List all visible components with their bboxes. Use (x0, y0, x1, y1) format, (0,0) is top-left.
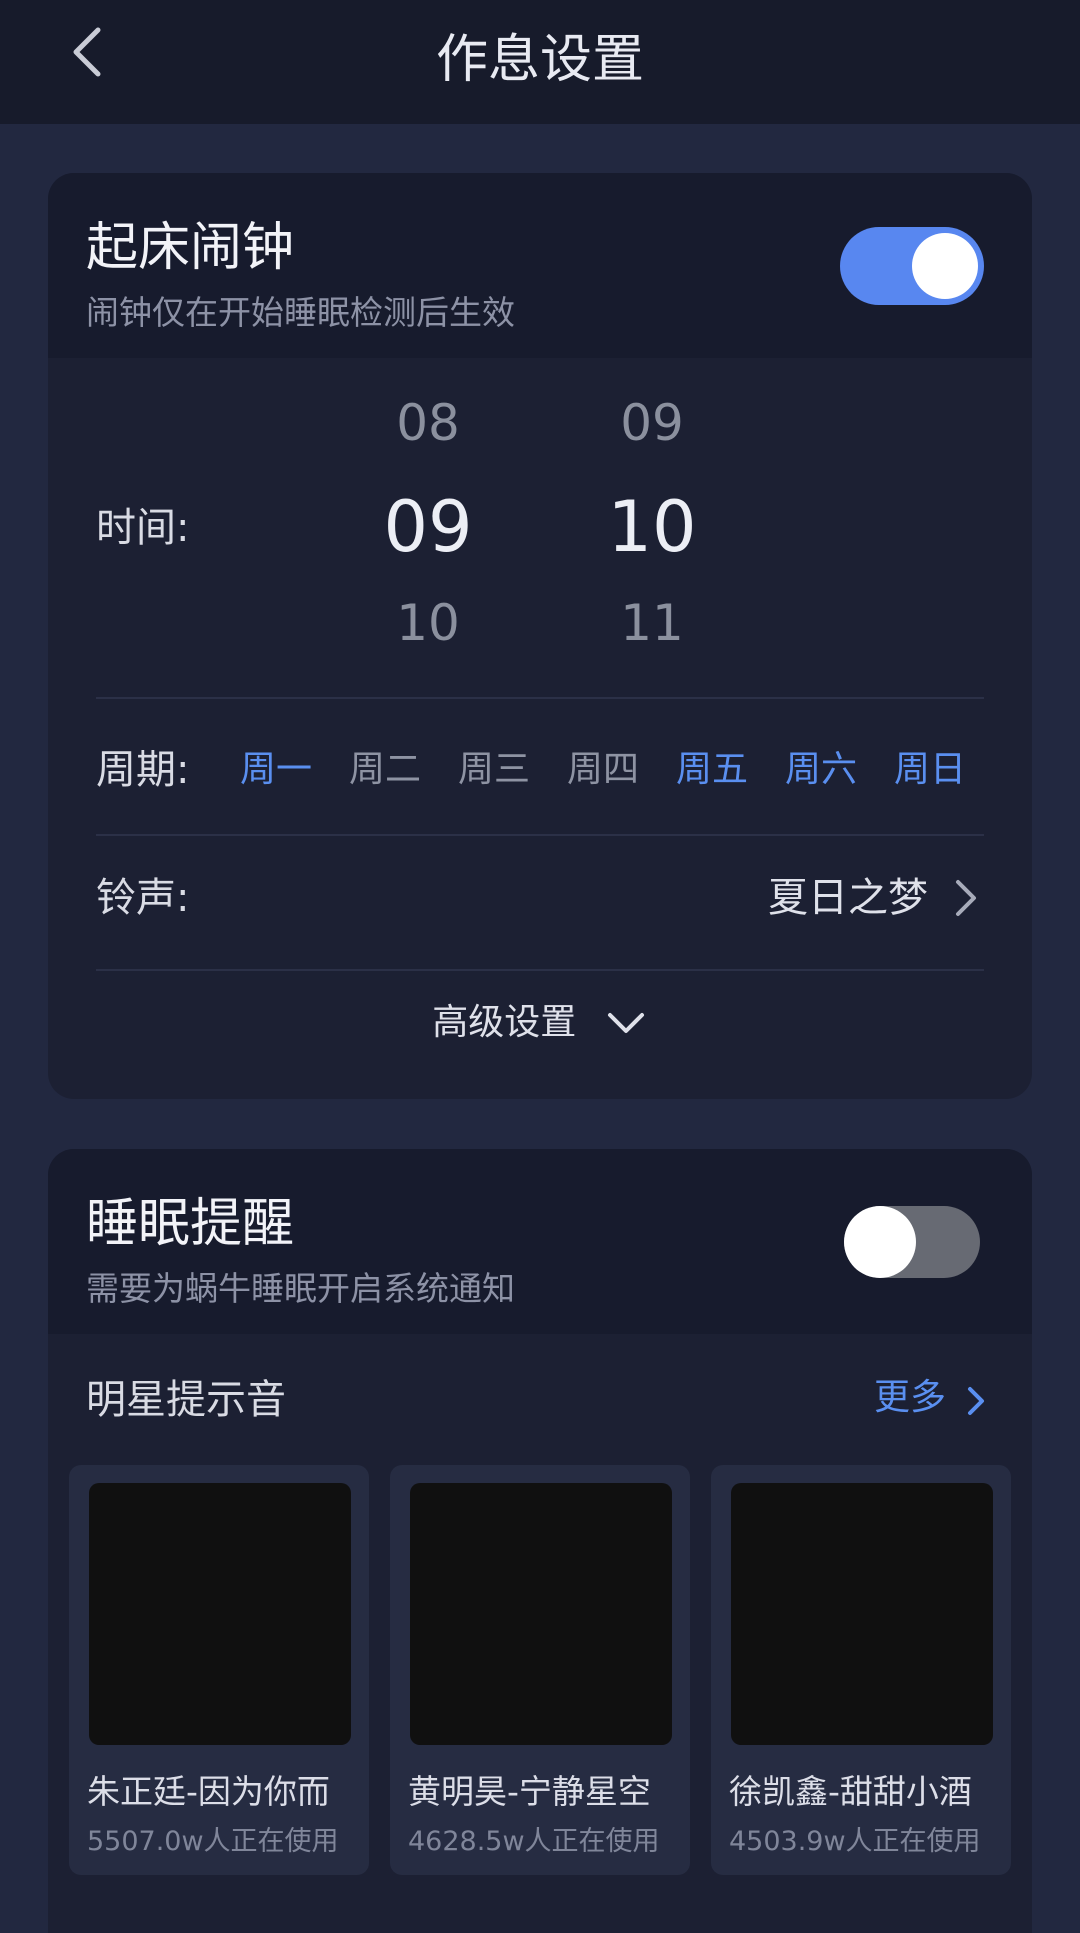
top-bar: 作息设置 (0, 0, 1080, 124)
advanced-settings-button[interactable]: 高级设置 (48, 998, 1032, 1058)
chevron-right-icon (956, 880, 976, 916)
page-title: 作息设置 (435, 30, 644, 90)
ringtone-value: 夏日之梦 (768, 875, 928, 921)
divider (96, 969, 984, 971)
star-sound-usage: 4503.9w人正在使用 (729, 1826, 981, 1857)
wake-alarm-card: 起床闹钟 闹钟仅在开始睡眠检测后生效 时间: 08 09 10 09 10 11… (48, 173, 1032, 1099)
day-thu[interactable]: 周四 (567, 742, 639, 798)
sleep-reminder-subtitle: 需要为蜗牛睡眠开启系统通知 (86, 1269, 515, 1308)
minute-next: 11 (620, 594, 684, 652)
advanced-settings-row: 高级设置 (48, 998, 1032, 1048)
toggle-knob (844, 1206, 916, 1278)
cover-image (410, 1483, 672, 1745)
wake-alarm-subtitle: 闹钟仅在开始睡眠检测后生效 (86, 293, 515, 332)
sleep-reminder-header: 睡眠提醒 需要为蜗牛睡眠开启系统通知 (48, 1149, 1032, 1334)
star-sound-card[interactable]: 黄明昊-宁静星空 4628.5w人正在使用 (390, 1465, 690, 1875)
minute-picker[interactable]: 09 10 11 (572, 393, 732, 652)
cover-image (89, 1483, 351, 1745)
cover-image (731, 1483, 993, 1745)
sleep-reminder-toggle[interactable] (844, 1206, 980, 1278)
minute-prev: 09 (620, 394, 684, 452)
day-sat[interactable]: 周六 (785, 742, 857, 798)
hour-prev: 08 (396, 394, 460, 452)
sleep-reminder-card: 睡眠提醒 需要为蜗牛睡眠开启系统通知 明星提示音 更多 朱正廷-因为你而 550… (48, 1149, 1032, 1933)
chevron-right-icon (968, 1387, 984, 1415)
day-fri[interactable]: 周五 (676, 742, 748, 798)
star-sound-title: 朱正廷-因为你而 (87, 1772, 330, 1811)
star-sound-card[interactable]: 朱正廷-因为你而 5507.0w人正在使用 (69, 1465, 369, 1875)
star-sound-title: 黄明昊-宁静星空 (408, 1772, 651, 1811)
wake-alarm-title: 起床闹钟 (86, 218, 295, 278)
sleep-reminder-title: 睡眠提醒 (86, 1194, 295, 1254)
hour-next: 10 (396, 594, 460, 652)
time-label: 时间: (96, 505, 190, 551)
star-sounds-section-title: 明星提示音 (86, 1377, 286, 1423)
day-tue[interactable]: 周二 (349, 742, 421, 798)
advanced-settings-label: 高级设置 (432, 1002, 577, 1043)
wake-alarm-header: 起床闹钟 闹钟仅在开始睡眠检测后生效 (48, 173, 1032, 358)
star-sound-usage: 5507.0w人正在使用 (87, 1826, 339, 1857)
hour-picker[interactable]: 08 09 10 (348, 393, 508, 652)
star-sound-usage: 4628.5w人正在使用 (408, 1826, 660, 1857)
chevron-down-icon (607, 1013, 644, 1033)
day-sun[interactable]: 周日 (894, 742, 966, 798)
weekday-selector: 周一 周二 周三 周四 周五 周六 周日 (48, 742, 1032, 798)
star-sound-card[interactable]: 徐凯鑫-甜甜小酒 4503.9w人正在使用 (711, 1465, 1011, 1875)
more-link[interactable]: 更多 (792, 1371, 992, 1427)
divider (96, 697, 984, 699)
ringtone-label: 铃声: (96, 875, 190, 921)
divider (96, 834, 984, 836)
hour-selected: 09 (383, 486, 473, 568)
ringtone-row[interactable]: 铃声: 夏日之梦 (48, 853, 1032, 953)
day-mon[interactable]: 周一 (240, 742, 312, 798)
wake-alarm-toggle[interactable] (840, 227, 984, 305)
more-label: 更多 (873, 1377, 946, 1418)
minute-selected: 10 (607, 486, 697, 568)
day-wed[interactable]: 周三 (458, 742, 530, 798)
star-sound-title: 徐凯鑫-甜甜小酒 (729, 1772, 972, 1811)
toggle-knob (912, 233, 978, 299)
